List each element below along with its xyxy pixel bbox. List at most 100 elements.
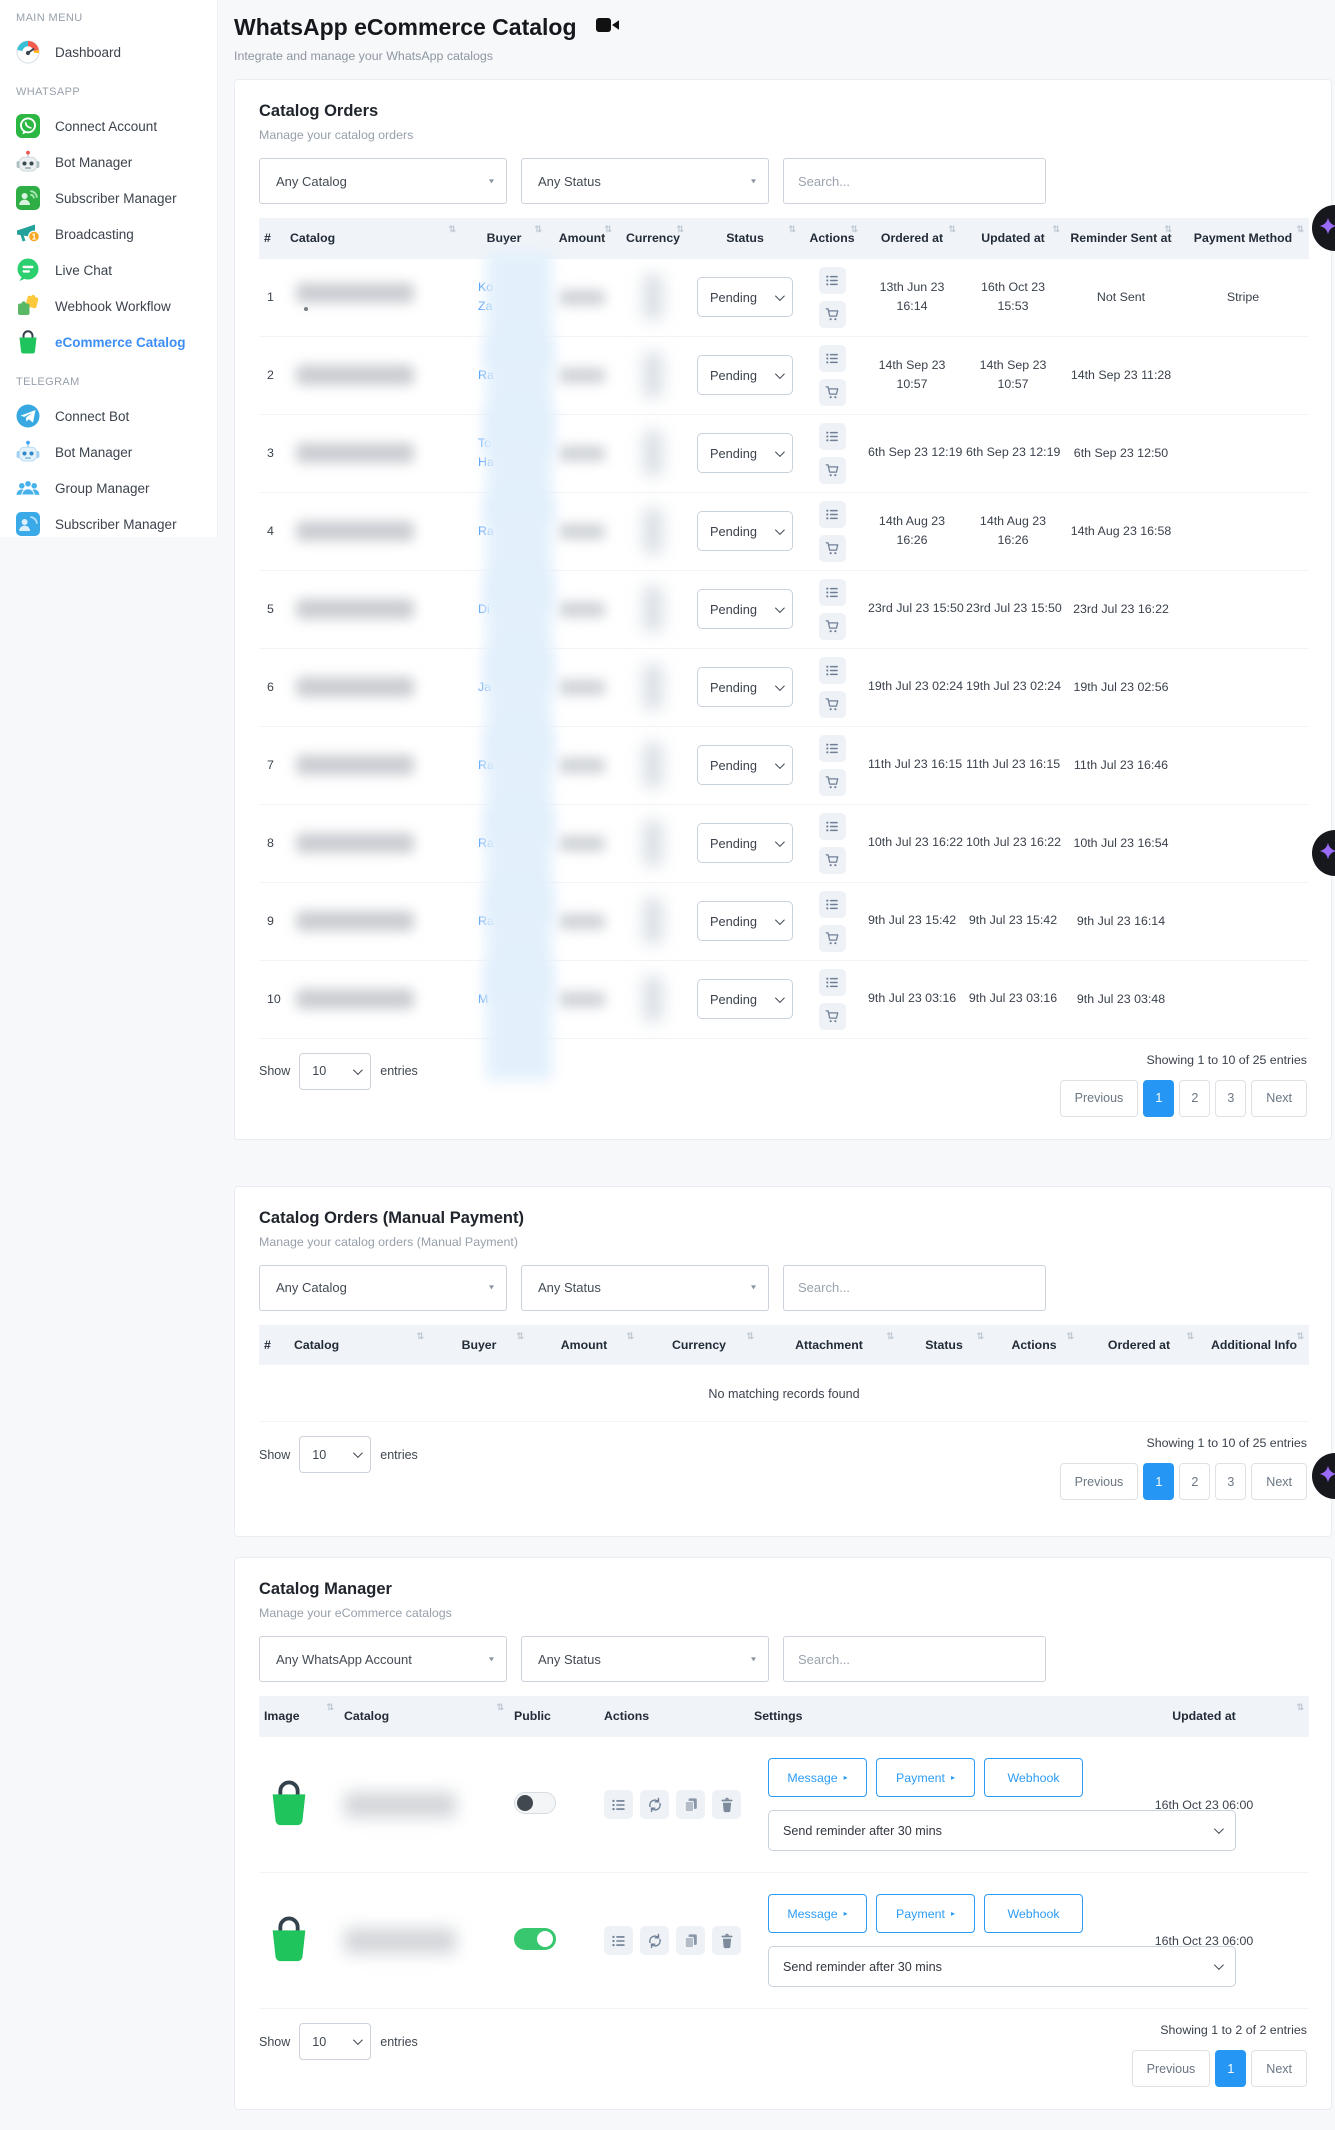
buyer-link[interactable]: Di — [466, 600, 542, 619]
pagination-next[interactable]: Next — [1251, 1463, 1307, 1500]
sidebar-item-subscriber-manager[interactable]: Subscriber Manager — [0, 180, 217, 216]
catalog-delete-button[interactable] — [712, 1790, 741, 1819]
order-details-button[interactable] — [819, 735, 846, 762]
column-header-amount[interactable]: Amount⇅ — [529, 1325, 639, 1366]
manual-page-size-select[interactable]: 10 — [299, 1436, 371, 1473]
sidebar-item-group-manager[interactable]: Group Manager — [0, 470, 217, 506]
catalog-duplicate-button[interactable] — [676, 1790, 705, 1819]
sidebar-item-bot-manager[interactable]: Bot Manager — [0, 144, 217, 180]
pagination-previous[interactable]: Previous — [1132, 2050, 1211, 2087]
column-header-currency[interactable]: Currency⇅ — [617, 218, 689, 259]
sidebar-item-live-chat[interactable]: Live Chat — [0, 252, 217, 288]
order-cart-button[interactable] — [819, 847, 846, 874]
status-select[interactable]: Pending — [697, 277, 793, 317]
buyer-link[interactable]: Ra — [466, 756, 542, 775]
sidebar-item-connect-account[interactable]: Connect Account — [0, 108, 217, 144]
order-cart-button[interactable] — [819, 301, 846, 328]
orders-status-filter[interactable]: Any Status▾ — [521, 158, 769, 204]
webhook-settings-button[interactable]: Webhook — [984, 1894, 1083, 1933]
pagination-next[interactable]: Next — [1251, 2050, 1307, 2087]
column-header-payment-method[interactable]: Payment Method⇅ — [1177, 218, 1309, 259]
column-header-catalog[interactable]: Catalog⇅ — [339, 1696, 509, 1737]
column-header-amount[interactable]: Amount⇅ — [547, 218, 617, 259]
column-header-[interactable]: # — [259, 218, 285, 259]
public-toggle[interactable] — [514, 1792, 556, 1814]
column-header-currency[interactable]: Currency⇅ — [639, 1325, 759, 1366]
manager-page-size-select[interactable]: 10 — [299, 2023, 371, 2060]
pagination-page-1[interactable]: 1 — [1143, 1463, 1174, 1500]
column-header-ordered-at[interactable]: Ordered at⇅ — [1079, 1325, 1199, 1366]
order-cart-button[interactable] — [819, 535, 846, 562]
sidebar-item-subscriber-manager[interactable]: Subscriber Manager — [0, 506, 217, 537]
buyer-link[interactable]: Ja — [466, 678, 542, 697]
order-details-button[interactable] — [819, 969, 846, 996]
column-header-buyer[interactable]: Buyer⇅ — [461, 218, 547, 259]
column-header-attachment[interactable]: Attachment⇅ — [759, 1325, 899, 1366]
manager-status-filter[interactable]: Any Status▾ — [521, 1636, 769, 1682]
sidebar-item-bot-manager[interactable]: Bot Manager — [0, 434, 217, 470]
orders-page-size-select[interactable]: 10 — [299, 1053, 371, 1090]
pagination-page-3[interactable]: 3 — [1215, 1080, 1246, 1117]
sidebar-item-ecommerce-catalog[interactable]: eCommerce Catalog — [0, 324, 217, 360]
reminder-select[interactable]: Send reminder after 30 mins — [768, 1810, 1236, 1851]
buyer-link[interactable]: Ra — [466, 366, 542, 385]
column-header-updated-at[interactable]: Updated at⇅ — [1099, 1696, 1309, 1737]
manager-search-input[interactable] — [783, 1636, 1046, 1682]
column-header-status[interactable]: Status⇅ — [689, 218, 801, 259]
pagination-page-2[interactable]: 2 — [1179, 1080, 1210, 1117]
pagination-page-1[interactable]: 1 — [1215, 2050, 1246, 2087]
order-cart-button[interactable] — [819, 691, 846, 718]
order-details-button[interactable] — [819, 813, 846, 840]
buyer-link[interactable]: KoZa — [466, 278, 542, 315]
reminder-select[interactable]: Send reminder after 30 mins — [768, 1946, 1236, 1987]
sidebar-item-connect-bot[interactable]: Connect Bot — [0, 398, 217, 434]
column-header-catalog[interactable]: Catalog⇅ — [289, 1325, 429, 1366]
manager-account-filter[interactable]: Any WhatsApp Account▾ — [259, 1636, 507, 1682]
pagination-page-1[interactable]: 1 — [1143, 1080, 1174, 1117]
order-cart-button[interactable] — [819, 379, 846, 406]
column-header-image[interactable]: Image⇅ — [259, 1696, 339, 1737]
column-header-actions[interactable]: Actions⇅ — [989, 1325, 1079, 1366]
status-select[interactable]: Pending — [697, 667, 793, 707]
status-select[interactable]: Pending — [697, 745, 793, 785]
order-details-button[interactable] — [819, 345, 846, 372]
catalog-delete-button[interactable] — [712, 1926, 741, 1955]
order-details-button[interactable] — [819, 657, 846, 684]
order-cart-button[interactable] — [819, 769, 846, 796]
message-settings-button[interactable]: Message▸ — [768, 1758, 867, 1797]
column-header-actions[interactable]: Actions — [599, 1696, 749, 1737]
column-header-public[interactable]: Public — [509, 1696, 599, 1737]
manual-search-input[interactable] — [783, 1265, 1046, 1311]
buyer-link[interactable]: Ra — [466, 522, 542, 541]
webhook-settings-button[interactable]: Webhook — [984, 1758, 1083, 1797]
sidebar-item-dashboard[interactable]: Dashboard — [0, 34, 217, 70]
column-header-ordered-at[interactable]: Ordered at⇅ — [863, 218, 961, 259]
sidebar-item-broadcasting[interactable]: 1Broadcasting — [0, 216, 217, 252]
order-cart-button[interactable] — [819, 613, 846, 640]
pagination-previous[interactable]: Previous — [1060, 1080, 1139, 1117]
order-cart-button[interactable] — [819, 457, 846, 484]
column-header-[interactable]: # — [259, 1325, 289, 1366]
buyer-link[interactable]: Ra — [466, 912, 542, 931]
catalog-details-button[interactable] — [604, 1790, 633, 1819]
column-header-buyer[interactable]: Buyer⇅ — [429, 1325, 529, 1366]
order-details-button[interactable] — [819, 423, 846, 450]
order-details-button[interactable] — [819, 891, 846, 918]
status-select[interactable]: Pending — [697, 823, 793, 863]
buyer-link[interactable]: Ra — [466, 834, 542, 853]
catalog-details-button[interactable] — [604, 1926, 633, 1955]
order-cart-button[interactable] — [819, 1003, 846, 1030]
pagination-page-2[interactable]: 2 — [1179, 1463, 1210, 1500]
buyer-link[interactable]: ToHa — [466, 434, 542, 471]
orders-search-input[interactable] — [783, 158, 1046, 204]
catalog-sync-button[interactable] — [640, 1926, 669, 1955]
order-details-button[interactable] — [819, 579, 846, 606]
column-header-reminder-sent-at[interactable]: Reminder Sent at⇅ — [1065, 218, 1177, 259]
column-header-settings[interactable]: Settings — [749, 1696, 1099, 1737]
status-select[interactable]: Pending — [697, 589, 793, 629]
column-header-actions[interactable]: Actions⇅ — [801, 218, 863, 259]
column-header-catalog[interactable]: Catalog⇅ — [285, 218, 461, 259]
manual-status-filter[interactable]: Any Status▾ — [521, 1265, 769, 1311]
pagination-next[interactable]: Next — [1251, 1080, 1307, 1117]
pagination-previous[interactable]: Previous — [1060, 1463, 1139, 1500]
